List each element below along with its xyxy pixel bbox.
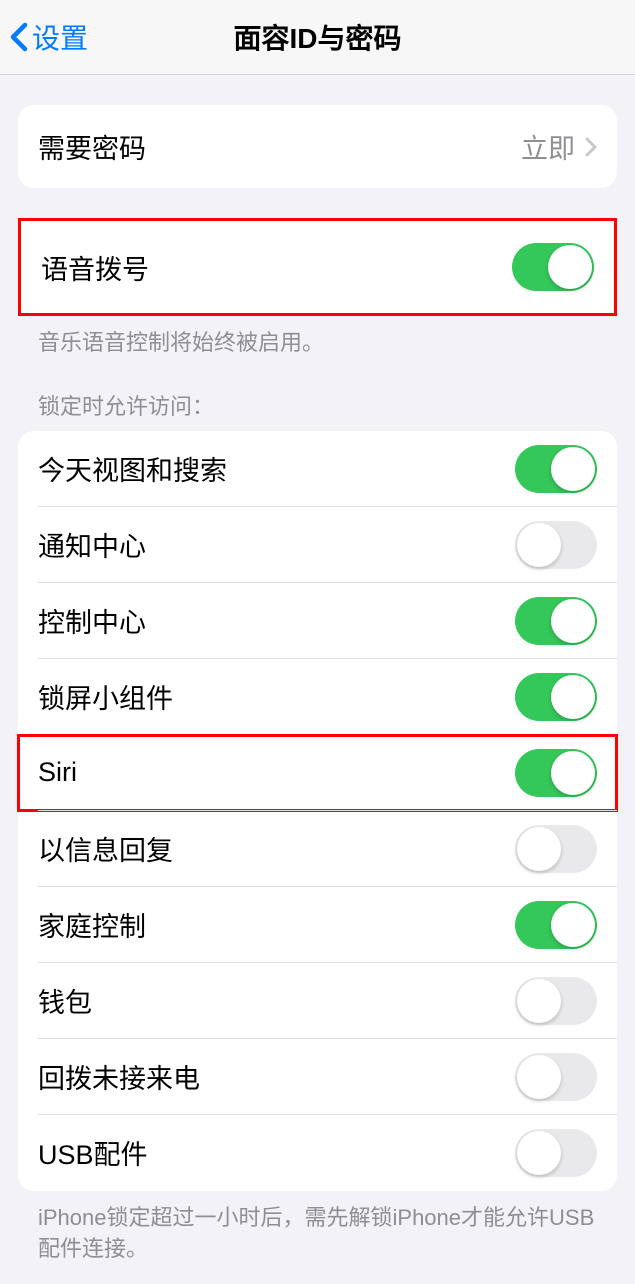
back-button[interactable]: 设置	[10, 17, 88, 57]
toggle-knob	[551, 751, 595, 795]
lock-access-row: 今天视图和搜索	[18, 431, 617, 507]
lock-access-row: USB配件	[18, 1115, 617, 1191]
lock-access-item-label: 锁屏小组件	[38, 677, 173, 716]
toggle-knob	[551, 675, 595, 719]
lock-access-item-toggle[interactable]	[515, 825, 597, 873]
navigation-bar: 设置 面容ID与密码	[0, 0, 635, 75]
require-passcode-label: 需要密码	[38, 127, 146, 166]
lock-access-row: 以信息回复	[18, 811, 617, 887]
lock-access-item-label: 回拨未接来电	[38, 1057, 200, 1096]
toggle-knob	[517, 827, 561, 871]
page-title: 面容ID与密码	[233, 17, 401, 57]
lock-access-row: 家庭控制	[18, 887, 617, 963]
lock-access-row: 钱包	[18, 963, 617, 1039]
back-label: 设置	[32, 17, 88, 57]
lock-access-item-label: 今天视图和搜索	[38, 449, 227, 488]
lock-access-item-label: 家庭控制	[38, 905, 146, 944]
voice-dial-row: 语音拨号	[21, 221, 614, 313]
lock-access-row: 控制中心	[18, 583, 617, 659]
lock-access-row: Siri	[18, 735, 617, 811]
require-passcode-row[interactable]: 需要密码 立即	[18, 105, 617, 188]
chevron-right-icon	[585, 137, 597, 157]
lock-access-item-label: USB配件	[38, 1133, 148, 1172]
toggle-knob	[517, 1131, 561, 1175]
toggle-knob	[517, 979, 561, 1023]
lock-access-item-label: 通知中心	[38, 525, 146, 564]
lock-access-row: 通知中心	[18, 507, 617, 583]
toggle-knob	[548, 245, 592, 289]
lock-access-item-label: Siri	[38, 757, 77, 788]
lock-access-item-toggle[interactable]	[515, 749, 597, 797]
toggle-knob	[551, 903, 595, 947]
lock-access-item-toggle[interactable]	[515, 1129, 597, 1177]
lock-access-item-toggle[interactable]	[515, 977, 597, 1025]
voice-dial-group: 语音拨号	[18, 218, 617, 316]
lock-access-footer: iPhone锁定超过一小时后，需先解锁iPhone才能允许USB配件连接。	[0, 1191, 635, 1265]
voice-dial-toggle[interactable]	[512, 243, 594, 291]
toggle-knob	[551, 447, 595, 491]
toggle-knob	[551, 599, 595, 643]
lock-access-row: 锁屏小组件	[18, 659, 617, 735]
voice-dial-footer: 音乐语音控制将始终被启用。	[0, 316, 635, 359]
lock-access-item-toggle[interactable]	[515, 673, 597, 721]
lock-access-item-toggle[interactable]	[515, 901, 597, 949]
lock-access-item-label: 控制中心	[38, 601, 146, 640]
toggle-knob	[517, 523, 561, 567]
lock-access-item-label: 以信息回复	[38, 829, 173, 868]
toggle-knob	[517, 1055, 561, 1099]
require-passcode-group: 需要密码 立即	[18, 105, 617, 188]
voice-dial-label: 语音拨号	[41, 248, 149, 287]
lock-access-item-toggle[interactable]	[515, 1053, 597, 1101]
lock-access-row: 回拨未接来电	[18, 1039, 617, 1115]
lock-access-item-toggle[interactable]	[515, 445, 597, 493]
chevron-left-icon	[10, 22, 28, 52]
lock-access-item-toggle[interactable]	[515, 597, 597, 645]
require-passcode-value: 立即	[521, 127, 575, 166]
lock-access-header: 锁定时允许访问：	[0, 359, 635, 431]
lock-access-item-label: 钱包	[38, 981, 92, 1020]
lock-access-group: 今天视图和搜索通知中心控制中心锁屏小组件 Siri 以信息回复家庭控制钱包回拨未接来…	[18, 431, 617, 1191]
lock-access-item-toggle[interactable]	[515, 521, 597, 569]
